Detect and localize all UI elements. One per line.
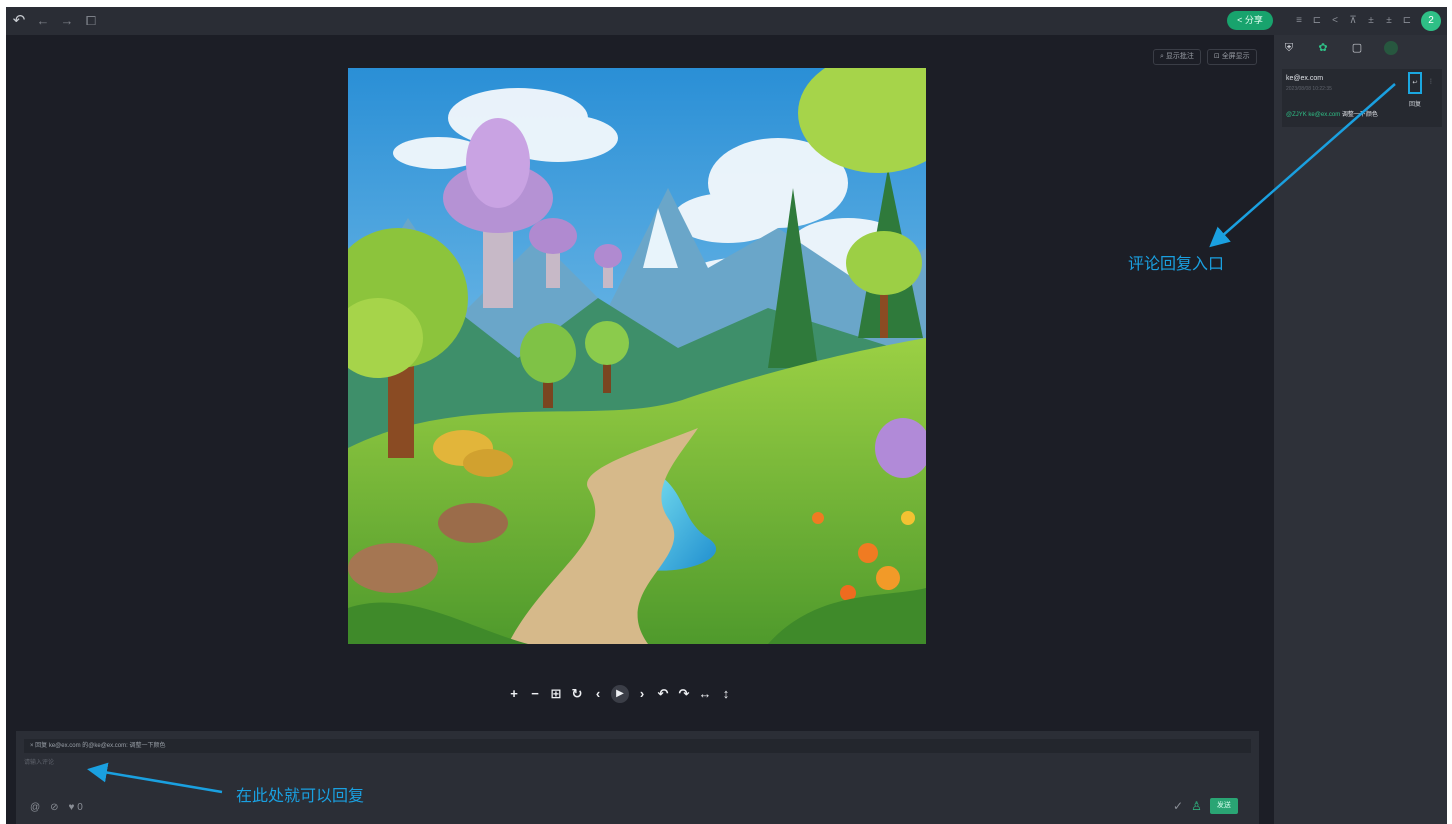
box-icon[interactable]: ▢	[1350, 41, 1364, 55]
tool-b-icon[interactable]: ⊏	[1312, 7, 1322, 35]
fantasy-landscape-illustration	[348, 68, 926, 644]
comment-meta: 2023/08/08 10:22:35	[1286, 86, 1332, 92]
comment-text: 调整一下颜色	[1341, 112, 1378, 118]
comment-body: @ZJYK ke@ex.com 调整一下颜色	[1286, 109, 1378, 118]
app-window: ↶ ← → ⧠ < 分享 ≡ ⊏ < ⊼ ± ± ⊏ ⊻ 2 ⌕ 显示批注 ⊡ …	[6, 7, 1447, 824]
user-avatar[interactable]: 2	[1421, 11, 1441, 31]
reply-entry-button[interactable]: ↩	[1408, 72, 1422, 94]
reply-input[interactable]	[24, 757, 724, 769]
like-icon[interactable]: ♥ 0	[69, 802, 83, 814]
top-toolbar: ↶ ← → ⧠ < 分享 ≡ ⊏ < ⊼ ± ± ⊏ ⊻ 2	[6, 7, 1447, 35]
tool-g-icon[interactable]: ⊏	[1402, 7, 1412, 35]
attachment-icon[interactable]: ⊘	[50, 802, 58, 814]
more-icon[interactable]: ⋮	[1428, 78, 1434, 85]
mention-icon[interactable]: @	[30, 802, 40, 814]
view-buttons: ⌕ 显示批注 ⊡ 全屏显示	[1153, 49, 1257, 65]
sidebar-tabs: ⛨ ✿ ▢	[1282, 41, 1398, 55]
toolbar-left: ↶ ← → ⧠	[12, 7, 98, 35]
comment-sidebar: ⛨ ✿ ▢ ke@ex.com 2023/08/08 10:22:35 ↩ ⋮ …	[1274, 35, 1447, 824]
fit-button[interactable]: ⊞	[548, 686, 564, 702]
artwork-image[interactable]	[348, 68, 926, 644]
zoom-out-button[interactable]: −	[527, 686, 543, 702]
comment-card[interactable]: ke@ex.com 2023/08/08 10:22:35 ↩ ⋮ 回复 @ZJ…	[1282, 69, 1442, 127]
reply-actions: ✓ ♙ 发送	[1173, 798, 1238, 814]
undo-icon[interactable]: ↶	[12, 7, 26, 35]
reply-quote: × 回复 ke@ex.com 的@ke@ex.com: 调整一下颜色	[24, 739, 1251, 753]
play-button[interactable]: ▶	[611, 685, 629, 703]
flip-vertical-button[interactable]: ↕	[718, 686, 734, 702]
share-button[interactable]: < 分享	[1227, 11, 1273, 30]
undo-button[interactable]: ↶	[655, 686, 671, 702]
comment-mention[interactable]: @ZJYK ke@ex.com	[1286, 112, 1340, 118]
forward-icon[interactable]: →	[60, 7, 74, 35]
image-canvas: ⌕ 显示批注 ⊡ 全屏显示 + − ⊞ ↻ ‹ ▶ › ↶ ↷ ↔ ↕ × 回复…	[6, 35, 1274, 824]
view-mode-label: 全屏显示	[1221, 53, 1250, 60]
dot-icon[interactable]	[1384, 41, 1398, 55]
tool-e-icon[interactable]: ±	[1366, 7, 1376, 35]
flip-horizontal-button[interactable]: ↔	[697, 686, 713, 702]
previous-button[interactable]: ‹	[590, 686, 606, 702]
tool-f-icon[interactable]: ±	[1384, 7, 1394, 35]
tool-a-icon[interactable]: ≡	[1294, 7, 1304, 35]
frame-icon[interactable]: ⧠	[84, 7, 98, 35]
rotate-button[interactable]: ↻	[569, 686, 585, 702]
tool-c-icon[interactable]: <	[1330, 7, 1340, 35]
redo-button[interactable]: ↷	[676, 686, 692, 702]
comment-author: ke@ex.com	[1286, 75, 1324, 82]
tool-d-icon[interactable]: ⊼	[1348, 7, 1358, 35]
player-controls: + − ⊞ ↻ ‹ ▶ › ↶ ↷ ↔ ↕	[506, 683, 734, 705]
shield-icon[interactable]: ⛨	[1282, 41, 1296, 55]
view-mode-button[interactable]: ⊡ 全屏显示	[1206, 49, 1257, 65]
back-icon[interactable]: ←	[36, 7, 50, 35]
zoom-in-button[interactable]: +	[506, 686, 522, 702]
next-button[interactable]: ›	[634, 686, 650, 702]
person-icon[interactable]: ♙	[1191, 799, 1202, 813]
show-comments-button[interactable]: ⌕ 显示批注	[1153, 49, 1201, 65]
reply-tools: @ ⊘ ♥ 0	[30, 802, 83, 814]
reply-label: 回复	[1409, 102, 1422, 108]
reply-entry-annotation: 评论回复入口	[1128, 254, 1225, 273]
leaf-icon[interactable]: ✿	[1316, 41, 1330, 55]
check-icon[interactable]: ✓	[1173, 799, 1183, 813]
show-comments-label: 显示批注	[1165, 53, 1194, 60]
toolbar-right: ≡ ⊏ < ⊼ ± ± ⊏ ⊻	[1294, 7, 1430, 35]
send-button[interactable]: 发送	[1209, 798, 1238, 814]
reply-panel: × 回复 ke@ex.com 的@ke@ex.com: 调整一下颜色 @ ⊘ ♥…	[16, 731, 1259, 824]
reply-here-annotation: 在此处就可以回复	[236, 786, 365, 805]
